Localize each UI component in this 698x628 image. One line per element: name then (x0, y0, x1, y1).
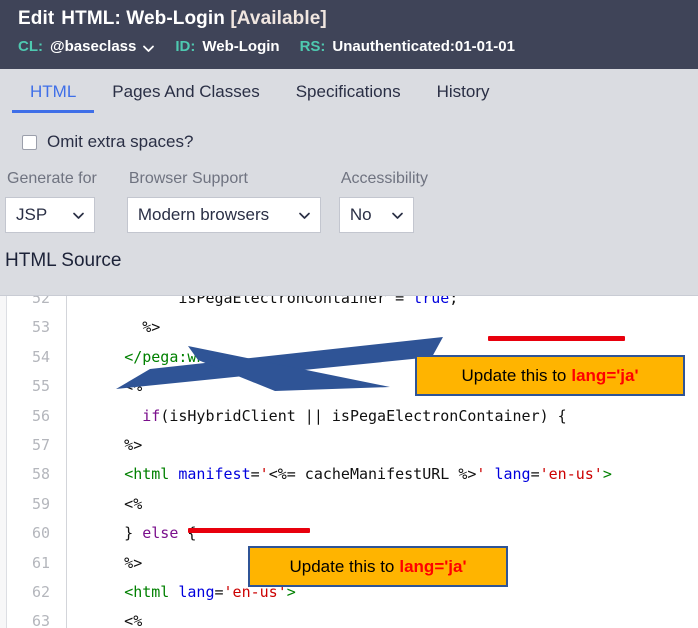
tab-history[interactable]: History (419, 81, 508, 113)
tab-html[interactable]: HTML (12, 81, 95, 113)
omit-extra-spaces-row: Omit extra spaces? (0, 117, 698, 155)
page-title-main: HTML: Web-Login (61, 8, 225, 29)
ruleset-label: RS: (299, 38, 326, 55)
ruleset-value: Unauthenticated:01-01-01 (332, 38, 515, 55)
accessibility-label: Accessibility (340, 170, 428, 187)
generate-for-value: JSP (16, 205, 48, 224)
accessibility-select[interactable]: No (338, 197, 414, 233)
chevron-down-icon (298, 209, 311, 222)
tab-specifications[interactable]: Specifications (278, 81, 419, 113)
html-source-heading: HTML Source (5, 250, 122, 271)
code-editor[interactable]: 52 isPegaElectronContainer = true; 53 %> 5… (0, 295, 698, 628)
chevron-down-icon (391, 209, 404, 222)
id-label: ID: (175, 38, 196, 55)
generate-for-label: Generate for (7, 170, 97, 187)
generate-for-group: Generate for JSP (5, 169, 97, 233)
generate-for-select[interactable]: JSP (5, 197, 95, 233)
id-value: Web-Login (202, 38, 280, 55)
tab-bar: HTML Pages And Classes Specifications Hi… (0, 69, 698, 117)
omit-extra-spaces-label: Omit extra spaces? (47, 132, 194, 151)
form-panel: HTML Pages And Classes Specifications Hi… (0, 69, 698, 295)
browser-support-select[interactable]: Modern browsers (126, 197, 321, 233)
chevron-down-icon (72, 209, 85, 222)
class-value: @baseclass (50, 38, 137, 55)
page-title-status: [Available] (230, 8, 327, 29)
omit-extra-spaces-checkbox[interactable] (22, 134, 37, 150)
page-title: Edit HTML: Web-Login [Available] (18, 7, 698, 31)
window-titlebar: Edit HTML: Web-Login [Available] CL: @bas… (0, 0, 698, 69)
browser-support-group: Browser Support Modern browsers (126, 169, 321, 233)
browser-support-value: Modern browsers (137, 205, 270, 224)
accessibility-value: No (349, 205, 372, 224)
selector-row: Generate for JSP Browser Support Modern … (0, 155, 698, 233)
accessibility-group: Accessibility No (338, 169, 428, 233)
record-metadata-bar: CL: @baseclass ID: Web-Login RS: Unauthe… (18, 37, 698, 57)
class-label: CL: (18, 38, 43, 55)
annotation-arrows (116, 337, 443, 391)
browser-support-label: Browser Support (128, 170, 248, 187)
page-title-prefix: Edit (18, 8, 55, 29)
chevron-down-icon[interactable] (142, 42, 155, 55)
tab-pages-and-classes[interactable]: Pages And Classes (94, 81, 277, 113)
